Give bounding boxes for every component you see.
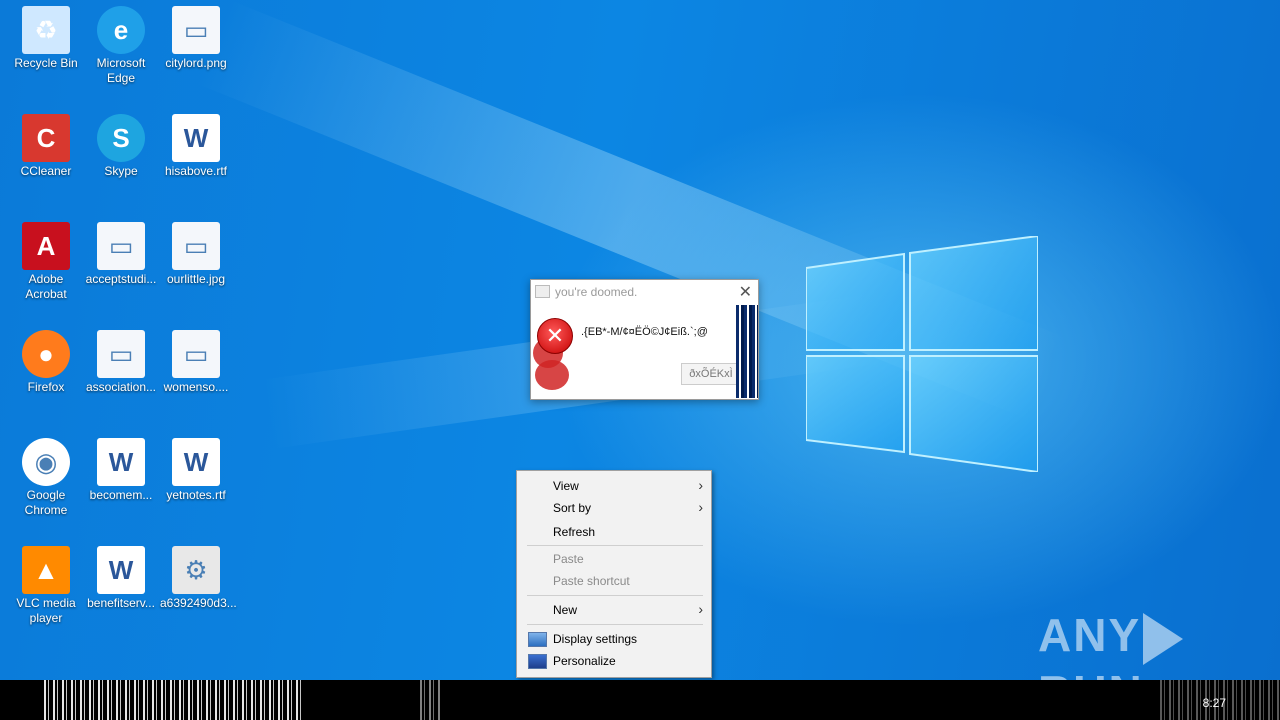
desktop-icon-label: benefitserv... bbox=[87, 596, 155, 610]
desktop-icon[interactable]: ▭ citylord.png bbox=[158, 2, 234, 98]
desktop-icon[interactable]: ▭ ourlittle.jpg bbox=[158, 218, 234, 314]
desktop-icon[interactable]: ▭ womenso.... bbox=[158, 326, 234, 422]
dialog-titlebar[interactable]: you're doomed. ✕ bbox=[531, 280, 758, 304]
menu-item-paste[interactable]: Paste bbox=[517, 548, 711, 570]
dialog-title: you're doomed. bbox=[555, 285, 638, 299]
desktop-icon[interactable]: C CCleaner bbox=[8, 110, 84, 206]
dialog-message: .{EB*-M/¢¤ËÖ©J¢Eiß.`;@ bbox=[581, 326, 708, 338]
desktop-icon[interactable]: Wyetnotes.rtf bbox=[158, 434, 234, 530]
ghost-error-icon bbox=[535, 360, 569, 390]
menu-separator bbox=[527, 545, 703, 546]
desktop-icon[interactable]: ⚙ a6392490d3... bbox=[158, 542, 237, 638]
desktop-icon-label: VLC media player bbox=[16, 596, 76, 625]
word-document-icon: W bbox=[172, 114, 220, 162]
word-document-icon: W bbox=[172, 438, 220, 486]
menu-separator bbox=[527, 624, 703, 625]
chevron-right-icon: › bbox=[698, 477, 703, 493]
error-icon: ✕ bbox=[537, 318, 573, 354]
glitch-artifact bbox=[420, 680, 440, 720]
desktop-icon-label: Skype bbox=[104, 164, 138, 178]
chevron-right-icon: › bbox=[698, 499, 703, 515]
taskbar[interactable]: 8:27 bbox=[0, 680, 1280, 720]
dialog-button[interactable]: ðxÕÉKxÌ bbox=[681, 363, 741, 385]
word-document-icon: W bbox=[97, 546, 145, 594]
menu-item-label: Paste bbox=[553, 552, 584, 566]
desktop-icon[interactable]: S Skype bbox=[83, 110, 159, 206]
image-file-icon: ▭ bbox=[172, 330, 220, 378]
desktop-icon-label: hisabove.rtf bbox=[164, 164, 228, 178]
acrobat-icon: A bbox=[22, 222, 70, 270]
menu-item-refresh[interactable]: Refresh bbox=[517, 521, 711, 543]
display-settings-icon bbox=[528, 632, 547, 647]
chrome-icon: ◉ bbox=[22, 438, 70, 486]
desktop-context-menu[interactable]: View › Sort by › Refresh Paste Paste sho… bbox=[516, 470, 712, 678]
desktop-icon-label: Recycle Bin bbox=[14, 56, 78, 70]
menu-item-paste-shortcut[interactable]: Paste shortcut bbox=[517, 570, 711, 592]
desktop-icon[interactable]: ◉ Google Chrome bbox=[8, 434, 84, 530]
desktop-icon-label: a6392490d3... bbox=[160, 596, 237, 610]
play-logo-icon bbox=[1143, 612, 1184, 665]
window-app-icon bbox=[535, 285, 550, 298]
ccleaner-icon: C bbox=[22, 114, 70, 162]
glitch-artifact bbox=[736, 305, 758, 398]
menu-item-new[interactable]: New › bbox=[517, 599, 711, 621]
menu-item-label: New bbox=[553, 603, 578, 617]
desktop-icon[interactable]: ● Firefox bbox=[8, 326, 84, 422]
desktop-icon[interactable]: ▭ association... bbox=[83, 326, 159, 422]
menu-separator bbox=[527, 595, 703, 596]
vlc-icon: ▲ bbox=[22, 546, 70, 594]
desktop-icon-label: yetnotes.rtf bbox=[166, 488, 226, 502]
desktop-icon[interactable]: ♻ Recycle Bin bbox=[8, 2, 84, 98]
image-file-icon: ▭ bbox=[97, 330, 145, 378]
desktop-icon-label: CCleaner bbox=[20, 164, 72, 178]
recycle-bin-icon: ♻ bbox=[22, 6, 70, 54]
menu-item-personalize[interactable]: Personalize bbox=[517, 650, 711, 672]
menu-item-display-settings[interactable]: Display settings bbox=[517, 628, 711, 650]
desktop-icon[interactable]: A Adobe Acrobat bbox=[8, 218, 84, 314]
desktop-icon-label: Microsoft Edge bbox=[96, 56, 146, 85]
error-dialog[interactable]: you're doomed. ✕ ✕ .{EB*-M/¢¤ËÖ©J¢Eiß.`;… bbox=[530, 279, 759, 400]
menu-item-label: Paste shortcut bbox=[553, 574, 630, 588]
desktop-icon[interactable]: Wbecomem... bbox=[83, 434, 159, 530]
word-document-icon: W bbox=[97, 438, 145, 486]
desktop-icon-label: citylord.png bbox=[165, 56, 227, 70]
desktop-icon[interactable]: e Microsoft Edge bbox=[83, 2, 159, 98]
menu-item-label: View bbox=[553, 479, 579, 493]
image-file-icon: ▭ bbox=[97, 222, 145, 270]
desktop-icon-label: womenso.... bbox=[163, 380, 229, 394]
desktop-icon[interactable]: Whisabove.rtf bbox=[158, 110, 234, 206]
desktop-icon[interactable]: ▭ acceptstudi... bbox=[83, 218, 159, 314]
chevron-right-icon: › bbox=[698, 601, 703, 617]
menu-item-label: Display settings bbox=[553, 632, 638, 646]
desktop-icon-label: Adobe Acrobat bbox=[25, 272, 67, 301]
close-icon[interactable]: ✕ bbox=[739, 282, 752, 302]
desktop-icon-label: association... bbox=[85, 380, 157, 394]
desktop-icon-label: Google Chrome bbox=[24, 488, 68, 517]
desktop-icon[interactable]: ▲ VLC media player bbox=[8, 542, 84, 638]
desktop-icon-label: Firefox bbox=[27, 380, 65, 394]
personalize-icon bbox=[528, 654, 547, 669]
menu-item-sort-by[interactable]: Sort by › bbox=[517, 497, 711, 519]
firefox-icon: ● bbox=[22, 330, 70, 378]
menu-item-label: Sort by bbox=[553, 501, 592, 515]
skype-icon: S bbox=[97, 114, 145, 162]
image-file-icon: ▭ bbox=[172, 222, 220, 270]
glitch-artifact bbox=[44, 680, 304, 720]
desktop-icon[interactable]: Wbenefitserv... bbox=[83, 542, 159, 638]
windows-logo bbox=[806, 236, 1038, 472]
menu-item-view[interactable]: View › bbox=[517, 475, 711, 497]
image-file-icon: ▭ bbox=[172, 6, 220, 54]
menu-item-label: Refresh bbox=[553, 525, 596, 539]
taskbar-clock[interactable]: 8:27 bbox=[1203, 696, 1226, 710]
desktop-icon-label: ourlittle.jpg bbox=[166, 272, 226, 286]
edge-icon: e bbox=[97, 6, 145, 54]
executable-icon: ⚙ bbox=[172, 546, 220, 594]
watermark-left: ANY bbox=[1038, 609, 1142, 661]
menu-item-label: Personalize bbox=[553, 654, 616, 668]
desktop-icon-label: becomem... bbox=[89, 488, 153, 502]
desktop-icon-label: acceptstudi... bbox=[85, 272, 157, 286]
